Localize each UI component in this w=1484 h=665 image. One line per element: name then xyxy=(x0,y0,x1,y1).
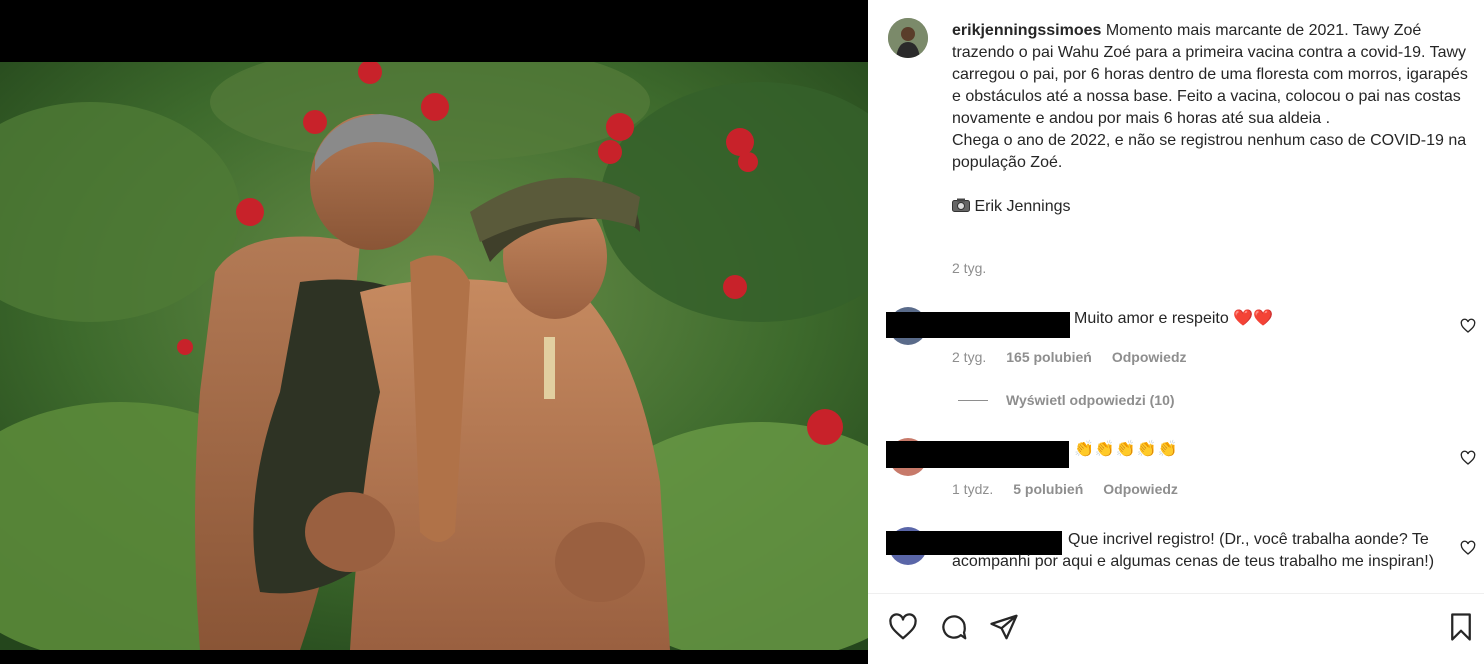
divider-line xyxy=(958,399,988,401)
comment-like-heart-icon[interactable] xyxy=(1460,318,1476,334)
comment-likes[interactable]: 5 polubień xyxy=(1013,481,1083,497)
comment-age[interactable]: 1 tydz. xyxy=(952,481,993,497)
heart-icon[interactable] xyxy=(888,612,918,642)
post-photo[interactable] xyxy=(0,62,868,650)
comment-text: 👏👏👏👏👏 xyxy=(1074,439,1179,461)
post-action-bar xyxy=(868,593,1484,665)
comment-like-heart-icon[interactable] xyxy=(1460,540,1476,556)
post-age[interactable]: 2 tyg. xyxy=(952,260,986,276)
view-replies-label: Wyświetl odpowiedzi (10) xyxy=(1006,392,1175,408)
clap-emoji: 👏👏👏👏👏 xyxy=(1074,441,1179,458)
comment-meta: 2 tyg. 165 polubień Odpowiedz xyxy=(952,349,1187,365)
author-username[interactable]: erikjenningssimoes xyxy=(952,22,1101,39)
reply-button[interactable]: Odpowiedz xyxy=(1103,481,1178,497)
heart-emoji: ❤️❤️ xyxy=(1233,310,1274,327)
author-avatar[interactable] xyxy=(888,18,928,58)
bookmark-icon[interactable] xyxy=(1446,612,1476,642)
camera-icon xyxy=(952,198,974,215)
comment-body: Que incrivel registro! (Dr., você trabal… xyxy=(952,531,1435,570)
post-caption: erikjenningssimoes Momento mais marcante… xyxy=(952,20,1472,218)
comment-meta: 1 tydz. 5 polubień Odpowiedz xyxy=(952,481,1178,497)
caption-text-2: Chega o ano de 2022, e não se registrou … xyxy=(952,132,1467,171)
comment-likes[interactable]: 165 polubień xyxy=(1006,349,1092,365)
comment-body: Muito amor e respeito xyxy=(1074,310,1229,327)
reply-button[interactable]: Odpowiedz xyxy=(1112,349,1187,365)
photo-panel xyxy=(0,0,868,664)
comment-3-clip: Que incrivel registro! (Dr., você trabal… xyxy=(868,520,1484,593)
comment-age[interactable]: 2 tyg. xyxy=(952,349,986,365)
redacted-username xyxy=(886,312,1070,338)
comment-icon[interactable] xyxy=(939,612,969,642)
share-icon[interactable] xyxy=(989,612,1019,642)
photo-credit: Erik Jennings xyxy=(974,198,1071,215)
redacted-username xyxy=(886,441,1069,468)
view-replies-button[interactable]: Wyświetl odpowiedzi (10) xyxy=(958,392,1175,408)
comment-like-heart-icon[interactable] xyxy=(1460,450,1476,466)
comment-text: Muito amor e respeito ❤️❤️ xyxy=(1074,308,1273,330)
